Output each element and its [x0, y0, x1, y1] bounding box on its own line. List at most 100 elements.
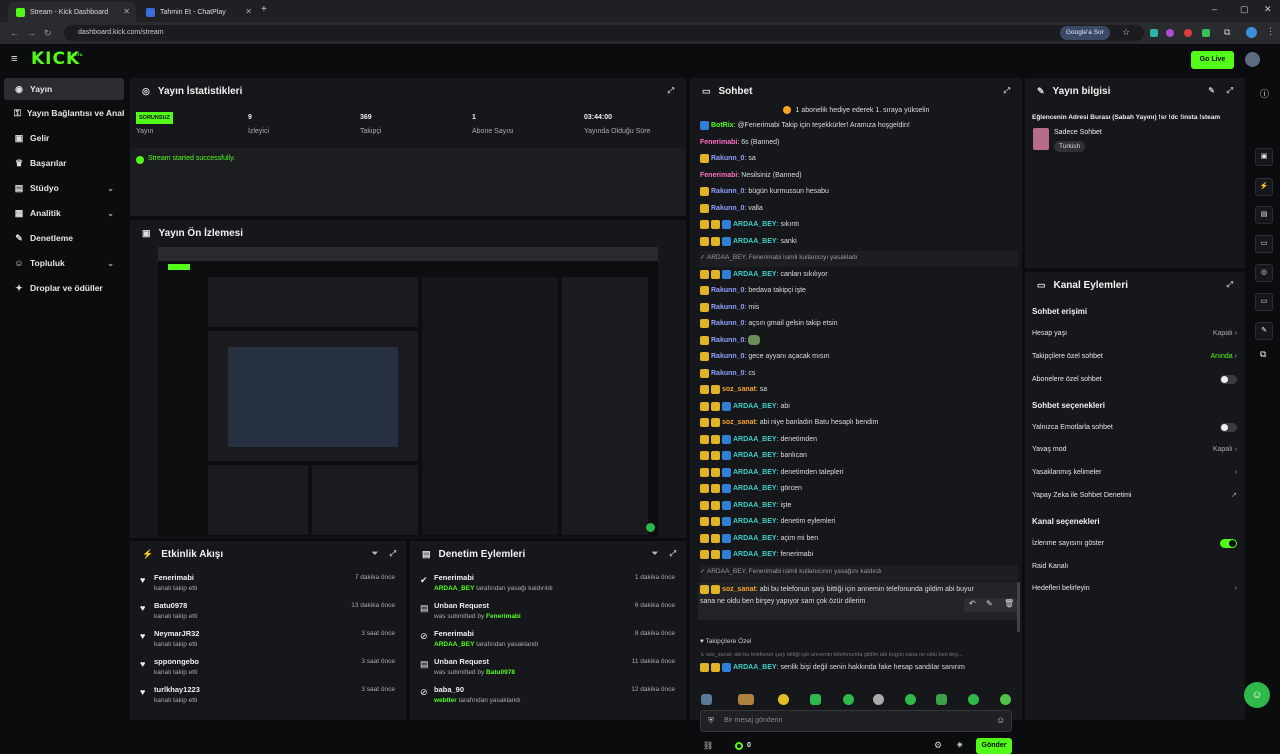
delete-icon[interactable]: 🗑: [1004, 599, 1014, 608]
browser-menu-icon[interactable]: ⋮: [1266, 26, 1275, 37]
chat-username[interactable]: Rakunn_0: [711, 370, 744, 377]
sidebar-item-topluluk[interactable]: ☺ Topluluk ⌄: [4, 252, 124, 274]
chat-message[interactable]: ARDAA_BEY: denetimden talepleri: [700, 466, 1018, 482]
chat-message[interactable]: Rakunn_0:: [700, 334, 1018, 350]
emoji-icon[interactable]: ☺: [996, 715, 1005, 725]
banned-words-row[interactable]: Yasaklanmış kelimeler ›: [1032, 464, 1237, 482]
bookmark-star-icon[interactable]: ☆: [1122, 27, 1130, 38]
sidebar-item-gelir[interactable]: ▣ Gelir: [4, 127, 124, 149]
category-name[interactable]: Sadece Sohbet: [1054, 129, 1102, 136]
emote-icon[interactable]: [738, 694, 754, 705]
activity-user[interactable]: Batu0978: [154, 601, 187, 610]
rail-extra-icon[interactable]: ⧉: [1260, 349, 1266, 360]
edit-icon[interactable]: ✎: [1208, 86, 1215, 95]
emote-icon[interactable]: [905, 694, 916, 705]
chat-username[interactable]: ARDAA_BEY: [733, 485, 777, 492]
chat-username[interactable]: Rakunn_0: [711, 155, 744, 162]
chat-message[interactable]: Rakunn_0: gece ayyanı açacak mısın: [700, 350, 1018, 366]
raid-row[interactable]: Raid Kanalı: [1032, 558, 1237, 576]
sidebar-item-droplar[interactable]: ✦ Droplar ve ödüller: [4, 277, 124, 299]
emote-icon[interactable]: [873, 694, 884, 705]
hamburger-menu-icon[interactable]: ≡: [11, 53, 17, 65]
chat-message[interactable]: Fenerimabi: Nesilsiniz (Banned): [700, 169, 1018, 185]
emote-icon[interactable]: [1000, 694, 1011, 705]
chat-username[interactable]: ARDAA_BEY: [733, 452, 777, 459]
rail-chat-button[interactable]: ▭: [1255, 235, 1273, 253]
emote-icon[interactable]: [936, 694, 947, 705]
browser-tab-chatplay[interactable]: Tahmin Et - ChatPlay ✕: [138, 2, 258, 22]
chat-message[interactable]: soz_sanat: sa: [700, 383, 1018, 399]
rail-activity-button[interactable]: ⚡: [1255, 178, 1273, 196]
chat-message[interactable]: ARDAA_BEY: görcen: [700, 482, 1018, 498]
chat-username[interactable]: Rakunn_0: [711, 205, 744, 212]
slow-mode-row[interactable]: Yavaş mod Kapalı ›: [1032, 441, 1237, 459]
quick-emote-icon[interactable]: ✷: [956, 740, 964, 751]
rail-stream-info-button[interactable]: ✎: [1255, 322, 1273, 340]
rail-moderation-button[interactable]: ▤: [1255, 206, 1273, 224]
moderation-target[interactable]: Unban Request: [434, 657, 489, 666]
preview-video[interactable]: [158, 247, 658, 537]
chat-username[interactable]: ARDAA_BEY: [733, 403, 777, 410]
activity-user[interactable]: spponngebo: [154, 657, 199, 666]
chat-username[interactable]: ARDAA_BEY: [733, 502, 777, 509]
chat-username[interactable]: soz_sanat: [722, 586, 756, 593]
chat-username[interactable]: ARDAA_BEY: [733, 469, 777, 476]
moderation-target[interactable]: Unban Request: [434, 601, 489, 610]
chat-username[interactable]: Rakunn_0: [711, 337, 744, 344]
chat-username[interactable]: Rakunn_0: [711, 353, 744, 360]
google-ask-chip[interactable]: Google'a Sor: [1060, 26, 1110, 40]
chat-username[interactable]: ARDAA_BEY: [733, 436, 777, 443]
chat-username[interactable]: BotRix: [711, 122, 734, 129]
sidebar-item-basarilar[interactable]: ♛ Başarılar: [4, 152, 124, 174]
rail-channel-button[interactable]: ▭: [1255, 293, 1273, 311]
chat-message-hovered[interactable]: soz_sanat: abi bu telefonun şarjı bittiğ…: [698, 582, 1020, 620]
chat-message[interactable]: Rakunn_0: bügün kurmussun hesabu: [700, 185, 1018, 201]
chat-scrollbar[interactable]: [1017, 582, 1020, 632]
expand-icon[interactable]: ⤢: [1227, 280, 1233, 290]
chat-message[interactable]: ARDAA_BEY: sanki: [700, 235, 1018, 251]
chat-message[interactable]: ARDAA_BEY: abi: [700, 400, 1018, 416]
profile-avatar[interactable]: [1246, 27, 1257, 38]
reload-icon[interactable]: ↻: [44, 28, 52, 39]
go-live-button[interactable]: Go Live: [1191, 51, 1234, 69]
followers-chat-row[interactable]: Takipçilere özel sohbet Anında ›: [1032, 348, 1237, 366]
help-chat-button[interactable]: ☺: [1244, 682, 1270, 708]
chat-message[interactable]: ARDAA_BEY: canları sıkılıyor: [700, 268, 1018, 284]
emote-icon[interactable]: [810, 694, 821, 705]
chat-username[interactable]: Fenerimabi: [700, 139, 737, 146]
chat-message[interactable]: ARDAA_BEY: senlik bişi değil senin hakkı…: [700, 661, 1018, 677]
chat-message[interactable]: Rakunn_0: valla: [700, 202, 1018, 218]
close-window-icon[interactable]: ✕: [1264, 4, 1272, 15]
chat-username[interactable]: ARDAA_BEY: [733, 518, 777, 525]
rail-stats-button[interactable]: ◎: [1255, 264, 1273, 282]
extensions-puzzle-icon[interactable]: ⧉: [1224, 27, 1230, 38]
expand-icon[interactable]: ⤢: [670, 549, 676, 559]
moderation-target[interactable]: baba_90: [434, 685, 464, 694]
tag-chip[interactable]: Turkish: [1054, 141, 1086, 152]
chat-username[interactable]: soz_sanat: [722, 386, 756, 393]
emote-icon[interactable]: [701, 694, 712, 705]
chat-username[interactable]: ARDAA_BEY: [733, 271, 777, 278]
activity-user[interactable]: turlkhay1223: [154, 685, 200, 694]
subs-chat-toggle[interactable]: [1220, 375, 1237, 384]
chat-message[interactable]: ARDAA_BEY: sıkıntı: [700, 218, 1018, 234]
browser-tab-kick[interactable]: Stream - Kick Dashboard ✕: [8, 2, 136, 22]
chat-username[interactable]: Rakunn_0: [711, 304, 744, 311]
chat-message[interactable]: ARDAA_BEY: denetim eylemleri: [700, 515, 1018, 531]
chat-message[interactable]: soz_sanat: abi niye banladın Batu hesapl…: [700, 416, 1018, 432]
activity-user[interactable]: Fenerimabi: [154, 573, 194, 582]
chat-message[interactable]: Rakunn_0: açsın gmail gelsin takip etsin: [700, 317, 1018, 333]
emote-icon[interactable]: [843, 694, 854, 705]
expand-icon[interactable]: ⤢: [668, 86, 674, 96]
emote-icon[interactable]: [968, 694, 979, 705]
ai-moderation-row[interactable]: Yapay Zeka ile Sohbet Denetimi ↗: [1032, 487, 1237, 505]
chat-message[interactable]: ARDAA_BEY: banlıcan: [700, 449, 1018, 465]
back-icon[interactable]: ←: [10, 28, 19, 38]
expand-icon[interactable]: ⤢: [390, 549, 396, 559]
chat-message[interactable]: ARDAA_BEY: fenerimabi: [700, 548, 1018, 564]
send-button[interactable]: Gönder: [976, 738, 1012, 754]
extension-icon[interactable]: [1166, 29, 1174, 37]
chat-message[interactable]: Rakunn_0: mis: [700, 301, 1018, 317]
account-age-row[interactable]: Hesap yaşı Kapalı ›: [1032, 325, 1237, 343]
chat-username[interactable]: ARDAA_BEY: [733, 238, 777, 245]
